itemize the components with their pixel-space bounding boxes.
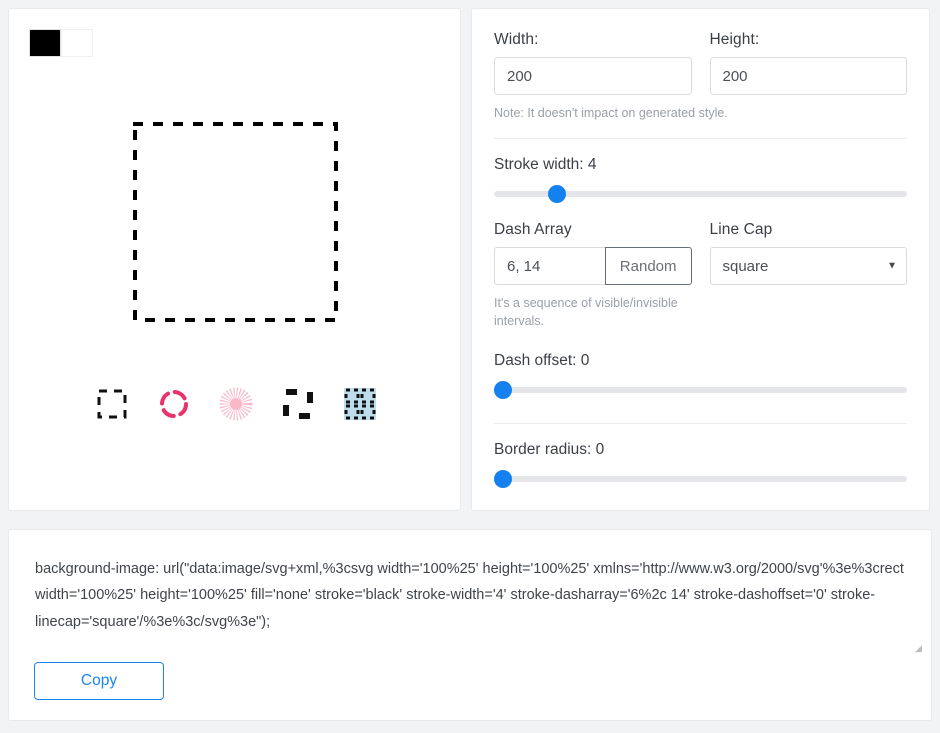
width-input[interactable] <box>494 57 692 95</box>
border-radius-label: Border radius: 0 <box>494 441 605 459</box>
width-label: Width: <box>494 31 539 48</box>
height-label: Height: <box>709 31 760 48</box>
dashed-rect-preview <box>133 122 338 322</box>
generated-css-textarea[interactable] <box>9 530 933 652</box>
preview-stage <box>9 97 462 347</box>
top-row: Width: Height: Note: It doesn't impact o… <box>8 8 932 511</box>
line-cap-select[interactable]: square <box>709 247 907 286</box>
border-radius-track <box>494 476 907 483</box>
height-input[interactable] <box>709 57 907 95</box>
dash-array-group: Dash Array Random It's a sequence of vis… <box>494 221 692 330</box>
preset-dashed-square[interactable] <box>92 384 132 424</box>
width-field-group: Width: <box>494 31 692 95</box>
dash-array-note: It's a sequence of visible/invisible int… <box>494 296 678 329</box>
dash-linecap-fields: Dash Array Random It's a sequence of vis… <box>494 221 907 330</box>
dash-array-label: Dash Array <box>494 221 572 239</box>
preset-list <box>9 384 462 424</box>
random-dash-button[interactable]: Random <box>604 247 692 286</box>
border-radius-thumb[interactable] <box>494 470 512 489</box>
dash-array-input[interactable] <box>494 247 605 286</box>
white-swatch[interactable] <box>61 29 93 57</box>
dash-offset-thumb[interactable] <box>494 381 512 400</box>
output-panel: ◢ Copy <box>8 529 933 721</box>
color-swatches <box>29 29 93 57</box>
size-fields: Width: Height: <box>494 31 907 95</box>
preset-corner-brackets[interactable] <box>278 384 318 424</box>
border-radius-slider[interactable] <box>494 470 907 489</box>
divider-1 <box>494 138 907 140</box>
dash-offset-label: Dash offset: 0 <box>494 352 590 370</box>
stroke-width-thumb[interactable] <box>547 185 566 204</box>
preset-sunburst-circle[interactable] <box>216 384 256 424</box>
dash-offset-track <box>494 387 907 394</box>
dash-offset-slider[interactable] <box>494 381 907 400</box>
grid-tiles-icon <box>343 388 376 420</box>
app-root: Width: Height: Note: It doesn't impact o… <box>0 0 940 733</box>
dashed-square-icon <box>97 389 126 419</box>
black-swatch[interactable] <box>29 29 61 57</box>
sunburst-circle-icon <box>219 387 252 421</box>
size-note: Note: It doesn't impact on generated sty… <box>494 106 728 120</box>
dashed-circle-icon <box>159 390 188 418</box>
stroke-width-label: Stroke width: 4 <box>494 156 597 174</box>
preset-dashed-circle[interactable] <box>154 384 194 424</box>
line-cap-group: Line Cap square ▼ <box>709 221 907 330</box>
height-field-group: Height: <box>709 31 907 95</box>
line-cap-select-wrap: square ▼ <box>709 247 907 286</box>
divider-2 <box>494 423 907 425</box>
preset-grid-tiles[interactable] <box>340 384 380 424</box>
copy-button[interactable]: Copy <box>34 662 164 700</box>
stroke-width-slider[interactable] <box>494 185 907 204</box>
corner-brackets-icon <box>282 389 313 419</box>
dash-array-input-group: Random <box>494 247 692 286</box>
controls-panel: Width: Height: Note: It doesn't impact o… <box>471 8 930 511</box>
line-cap-value: square <box>722 257 769 275</box>
line-cap-label: Line Cap <box>709 221 773 239</box>
preview-panel <box>8 8 461 511</box>
